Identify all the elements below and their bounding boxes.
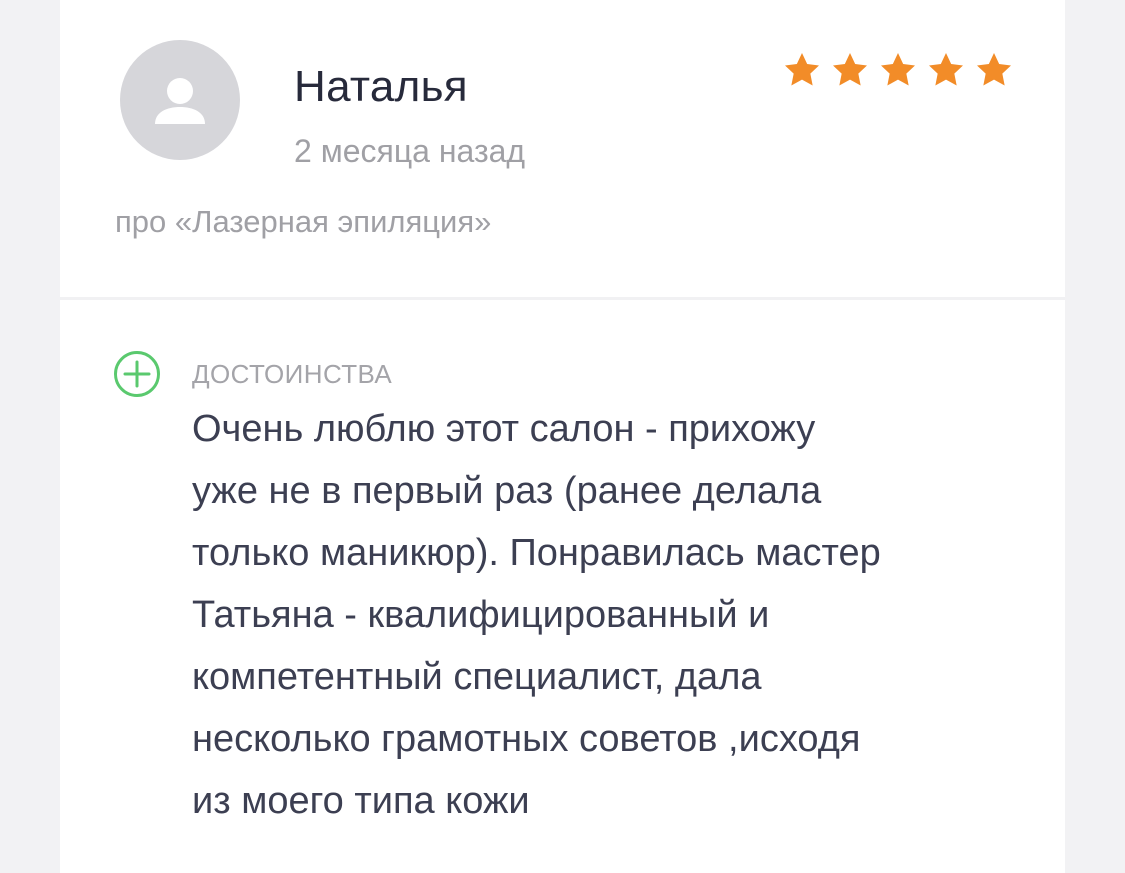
plus-circle-icon (114, 351, 160, 397)
pros-text: Очень люблю этот салон - прихожу уже не … (192, 398, 1012, 832)
review-date: 2 месяца назад (294, 133, 526, 169)
rating-stars (782, 50, 1014, 94)
user-icon (155, 78, 205, 124)
star-icon (977, 53, 1011, 86)
review-header: Наталья 2 месяца назад про «Лазерная эпи… (60, 0, 1065, 298)
star-icon (785, 53, 819, 86)
avatar (120, 40, 240, 160)
author-name: Наталья (294, 62, 468, 111)
pros-text-line: только маникюр). Понравилась мастер (192, 532, 881, 574)
star-icon (833, 53, 867, 86)
pros-text-line: из моего типа кожи (192, 780, 530, 822)
pros-text-line: Татьяна - квалифицированный и (192, 594, 770, 636)
review-card: Наталья 2 месяца назад про «Лазерная эпи… (60, 0, 1065, 873)
star-icon (929, 53, 963, 86)
pros-text-line: Очень люблю этот салон - прихожу (192, 408, 816, 450)
pros-text-line: несколько грамотных советов ,исходя (192, 718, 861, 760)
pros-title: ДОСТОИНСТВА (192, 359, 393, 389)
review-service: про «Лазерная эпиляция» (115, 204, 492, 239)
divider (60, 297, 1065, 300)
star-icon (881, 53, 915, 86)
pros-text-line: компетентный специалист, дала (192, 656, 762, 698)
pros-text-line: уже не в первый раз (ранее делала (192, 470, 822, 512)
